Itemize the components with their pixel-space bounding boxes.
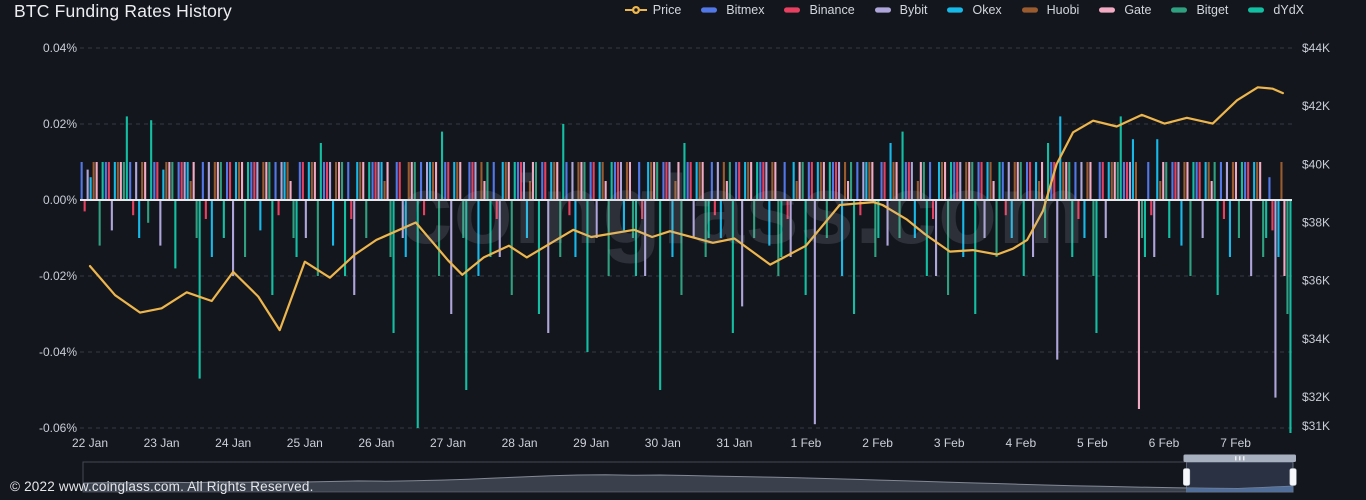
svg-text:$36K: $36K [1302,274,1330,288]
svg-text:$34K: $34K [1302,332,1330,346]
svg-text:31 Jan: 31 Jan [716,436,752,450]
svg-text:4 Feb: 4 Feb [1005,436,1036,450]
legend-label: Price [653,3,681,17]
legend-item-price[interactable]: Price [625,3,681,17]
svg-text:$38K: $38K [1302,215,1330,229]
binance-swatch-icon [781,5,803,15]
svg-text:$32K: $32K [1302,390,1330,404]
svg-text:0.02%: 0.02% [43,117,77,131]
x-axis-labels: 22 Jan 23 Jan 24 Jan 25 Jan 26 Jan 27 Jan 28 J… [72,436,1251,450]
drag-grip-icon [1235,456,1236,460]
svg-text:5 Feb: 5 Feb [1077,436,1108,450]
svg-text:29 Jan: 29 Jan [573,436,609,450]
svg-text:$42K: $42K [1302,99,1330,113]
gate-swatch-icon [1096,5,1118,15]
svg-text:-0.02%: -0.02% [39,269,77,283]
navigator-left-handle[interactable] [1183,469,1190,486]
svg-text:2 Feb: 2 Feb [862,436,893,450]
legend-item-bitget[interactable]: Bitget [1168,3,1228,17]
legend-item-bybit[interactable]: Bybit [872,3,928,17]
bybit-swatch-icon [872,5,894,15]
svg-text:$40K: $40K [1302,157,1330,171]
svg-text:3 Feb: 3 Feb [934,436,965,450]
navigator-right-handle[interactable] [1290,469,1297,486]
svg-text:-0.06%: -0.06% [39,421,77,435]
svg-text:26 Jan: 26 Jan [358,436,394,450]
svg-text:0.04%: 0.04% [43,41,77,55]
huobi-swatch-icon [1019,5,1041,15]
legend-label: Gate [1124,3,1151,17]
svg-text:$31K: $31K [1302,419,1330,433]
legend-item-dydx[interactable]: dYdX [1245,3,1304,17]
svg-text:0.00%: 0.00% [43,193,77,207]
svg-text:30 Jan: 30 Jan [645,436,681,450]
legend-label: Binance [809,3,854,17]
drag-grip-icon [1243,456,1244,460]
svg-text:27 Jan: 27 Jan [430,436,466,450]
plot-area[interactable] [80,28,1292,433]
svg-text:23 Jan: 23 Jan [144,436,180,450]
legend-label: Bitget [1196,3,1228,17]
legend-item-okex[interactable]: Okex [944,3,1001,17]
legend-item-binance[interactable]: Binance [781,3,854,17]
svg-text:7 Feb: 7 Feb [1220,436,1251,450]
svg-text:28 Jan: 28 Jan [502,436,538,450]
copyright-text: © 2022 www.coinglass.com. All Rights Res… [10,479,314,494]
funding-rates-chart-canvas: 0.04% 0.02% 0.00% -0.02% -0.04% -0.06% $44K $42… [0,0,1366,500]
svg-text:6 Feb: 6 Feb [1149,436,1180,450]
legend-label: dYdX [1273,3,1304,17]
btc-funding-rates-page: BTC Funding Rates History PriceBitmexBin… [0,0,1366,500]
legend-label: Okex [972,3,1001,17]
price-line-marker-icon [625,5,647,15]
svg-text:24 Jan: 24 Jan [215,436,251,450]
svg-text:-0.04%: -0.04% [39,345,77,359]
dydx-swatch-icon [1245,5,1267,15]
svg-text:25 Jan: 25 Jan [287,436,323,450]
legend-label: Bybit [900,3,928,17]
left-axis-labels: 0.04% 0.02% 0.00% -0.02% -0.04% -0.06% [39,41,77,435]
svg-text:1 Feb: 1 Feb [791,436,822,450]
right-axis-labels: $44K $42K $40K $38K $36K $34K $32K $31K [1302,41,1330,433]
svg-text:22 Jan: 22 Jan [72,436,108,450]
legend-item-huobi[interactable]: Huobi [1019,3,1080,17]
legend-item-gate[interactable]: Gate [1096,3,1151,17]
legend-label: Bitmex [726,3,764,17]
legend: Price Bitmex Binance Bybit Okex Huobi Gate Bitg… [625,3,1304,17]
bitget-swatch-icon [1168,5,1190,15]
drag-grip-icon [1239,456,1240,460]
okex-swatch-icon [944,5,966,15]
legend-item-bitmex[interactable]: Bitmex [698,3,764,17]
bitmex-swatch-icon [698,5,720,15]
legend-label: Huobi [1047,3,1080,17]
svg-text:$44K: $44K [1302,41,1330,55]
